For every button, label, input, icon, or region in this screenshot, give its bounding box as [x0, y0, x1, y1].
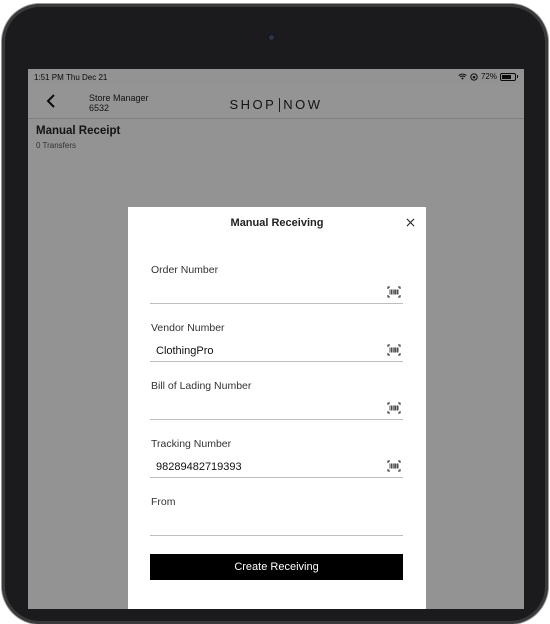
order-number-label: Order Number: [151, 264, 219, 276]
vendor-number-field: Vendor Number: [150, 322, 403, 370]
from-input[interactable]: [150, 514, 403, 536]
tracking-number-input[interactable]: [150, 456, 403, 478]
bill-of-lading-field: Bill of Lading Number: [150, 380, 403, 428]
create-receiving-button[interactable]: Create Receiving: [150, 554, 403, 580]
from-label: From: [151, 496, 176, 508]
tablet-frame: 1:51 PM Thu Dec 21 72% Store Manager 653…: [2, 4, 548, 624]
from-field: From: [150, 496, 403, 544]
modal-title: Manual Receiving: [230, 217, 324, 229]
vendor-number-label: Vendor Number: [151, 322, 225, 334]
barcode-scan-icon[interactable]: [387, 344, 401, 356]
close-button[interactable]: [404, 216, 416, 228]
vendor-number-input[interactable]: [150, 340, 403, 362]
bill-of-lading-label: Bill of Lading Number: [151, 380, 252, 392]
tracking-number-field: Tracking Number: [150, 438, 403, 486]
order-number-input[interactable]: [150, 282, 403, 304]
barcode-scan-icon[interactable]: [387, 402, 401, 414]
tracking-number-label: Tracking Number: [151, 438, 232, 450]
screen: 1:51 PM Thu Dec 21 72% Store Manager 653…: [28, 69, 524, 609]
manual-receiving-modal: Manual Receiving Order Number Vendor Num…: [128, 207, 426, 609]
barcode-scan-icon[interactable]: [387, 460, 401, 472]
bill-of-lading-input[interactable]: [150, 398, 403, 420]
front-camera: [267, 33, 276, 42]
barcode-scan-icon[interactable]: [387, 286, 401, 298]
order-number-field: Order Number: [150, 264, 403, 312]
close-icon: [406, 218, 414, 226]
